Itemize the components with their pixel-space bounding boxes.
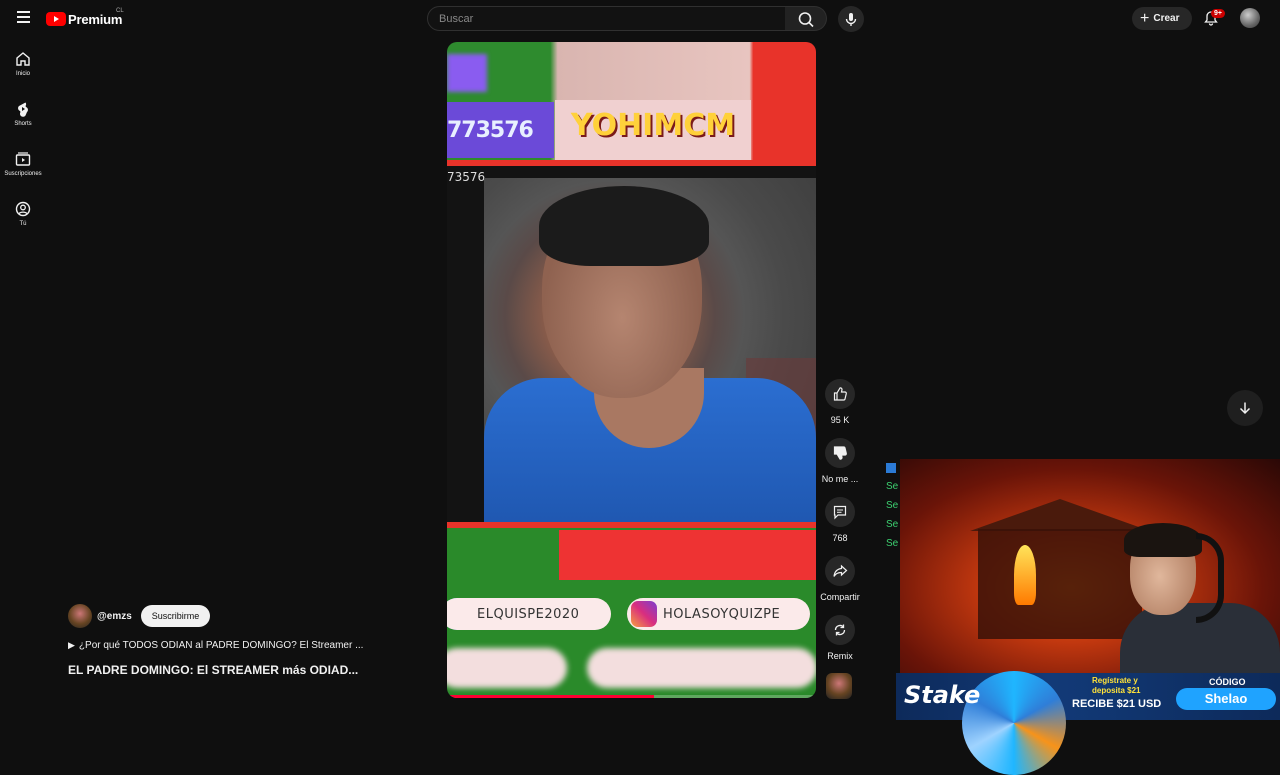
video-red-band bbox=[447, 522, 816, 528]
promo-line: Regístrate y bbox=[1092, 676, 1138, 685]
logo-text: Premium bbox=[68, 11, 123, 27]
sponsor-banner: Stake Regístrate y deposita $21 RECIBE $… bbox=[896, 671, 1280, 775]
video-progress-fill bbox=[447, 695, 654, 698]
video-top-banner: 773576 YOHIMCM bbox=[447, 42, 816, 166]
shorts-icon bbox=[18, 102, 28, 117]
video-webcam-frame bbox=[484, 178, 816, 522]
video-progress-bar[interactable] bbox=[447, 695, 816, 698]
comments-button[interactable]: 768 bbox=[818, 497, 862, 556]
video-red-box bbox=[559, 530, 816, 580]
thumbs-down-icon bbox=[833, 446, 847, 460]
share-button[interactable]: Compartir bbox=[818, 556, 862, 615]
instagram-icon bbox=[631, 601, 657, 627]
search-icon bbox=[798, 12, 814, 28]
top-bar: Premium CL + Crear 9+ bbox=[0, 0, 1280, 38]
stream-chat-overlay: Se Se Se Se bbox=[886, 463, 900, 563]
plus-icon: + bbox=[1140, 9, 1150, 27]
remix-button[interactable]: Remix bbox=[818, 615, 862, 674]
like-count: 95 K bbox=[830, 415, 850, 425]
short-actions: 95 K No me ... 768 Compartir Remix bbox=[818, 379, 862, 674]
voice-search-button[interactable] bbox=[838, 6, 864, 32]
youtube-logo[interactable]: Premium bbox=[46, 11, 122, 27]
related-video-title: ¿Por qué TODOS ODIAN al PADRE DOMINGO? E… bbox=[78, 640, 364, 651]
channel-avatar[interactable] bbox=[68, 604, 92, 628]
sidebar-item-label: Suscripciones bbox=[4, 171, 42, 177]
microphone-icon bbox=[845, 13, 857, 26]
create-label: Crear bbox=[1153, 13, 1180, 24]
related-video-link[interactable]: ▶ ¿Por qué TODOS ODIAN al PADRE DOMINGO?… bbox=[68, 640, 368, 651]
sidebar-item-label: Inicio bbox=[15, 71, 30, 77]
short-metadata: @emzs Suscribirme ▶ ¿Por qué TODOS ODIAN… bbox=[68, 604, 368, 677]
subscribe-button[interactable]: Suscribirme bbox=[140, 605, 211, 627]
sidebar-item-shorts[interactable]: Shorts bbox=[0, 94, 46, 144]
region-code: CL bbox=[116, 8, 124, 14]
comment-count: 768 bbox=[832, 533, 848, 543]
sidebar-item-label: Tú bbox=[19, 221, 27, 227]
sidebar-item-label: Shorts bbox=[14, 121, 32, 127]
streamer-hair bbox=[1124, 523, 1202, 557]
remix-icon bbox=[834, 624, 846, 636]
sidebar-item-inicio[interactable]: Inicio bbox=[0, 44, 46, 94]
audio-source-avatar[interactable] bbox=[826, 673, 852, 699]
subscriptions-icon bbox=[15, 152, 31, 166]
remix-label: Remix bbox=[827, 651, 853, 661]
menu-icon[interactable] bbox=[12, 9, 34, 29]
chat-line: Se bbox=[886, 538, 899, 549]
share-icon bbox=[833, 564, 848, 577]
thumbs-up-icon bbox=[833, 387, 847, 401]
arrow-down-icon bbox=[1239, 402, 1251, 415]
promo-code-label: CÓDIGO bbox=[1209, 677, 1246, 687]
webcam-background-temple bbox=[978, 529, 1142, 639]
video-person-hair bbox=[539, 186, 709, 266]
chat-line: Se bbox=[886, 481, 899, 492]
instagram-handle-text: HOLASOYQUIZPE bbox=[663, 606, 781, 622]
promo-line: deposita $21 bbox=[1092, 686, 1141, 695]
share-label: Compartir bbox=[820, 592, 860, 602]
next-short-button[interactable] bbox=[1227, 390, 1263, 426]
video-blurred-pill bbox=[447, 648, 567, 688]
short-title[interactable]: EL PADRE DOMINGO: El STREAMER más ODIAD.… bbox=[68, 663, 368, 677]
dislike-button[interactable]: No me ... bbox=[818, 438, 862, 497]
sidebar-item-suscripciones[interactable]: Suscripciones bbox=[0, 144, 46, 194]
video-bottom-banner: ELQUISPE2020 HOLASOYQUIZPE bbox=[447, 522, 816, 698]
video-overlay-number: 773576 bbox=[447, 118, 534, 143]
streamer-person bbox=[1120, 523, 1280, 673]
search-box bbox=[427, 6, 786, 31]
instagram-handle: HOLASOYQUIZPE bbox=[627, 598, 810, 630]
like-button[interactable]: 95 K bbox=[818, 379, 862, 438]
dislike-label: No me ... bbox=[821, 474, 859, 484]
video-overlay-brand: YOHIMCM bbox=[555, 100, 751, 160]
create-button[interactable]: + Crear bbox=[1132, 7, 1192, 30]
chat-line: Se bbox=[886, 519, 899, 530]
promo-code: Shelao bbox=[1176, 688, 1276, 710]
video-overlay-number-small: 73576 bbox=[447, 170, 486, 184]
search-input[interactable] bbox=[428, 7, 785, 30]
search-button[interactable] bbox=[785, 6, 827, 31]
sidebar-item-tu[interactable]: Tú bbox=[0, 194, 46, 244]
notification-badge: 9+ bbox=[1211, 9, 1225, 18]
promo-headline: RECIBE $21 USD bbox=[1072, 698, 1162, 710]
stake-logo: Stake bbox=[904, 681, 981, 709]
streamer-webcam bbox=[900, 459, 1280, 673]
channel-row: @emzs Suscribirme bbox=[68, 604, 368, 628]
video-red-line bbox=[447, 160, 816, 166]
you-icon bbox=[15, 201, 31, 217]
play-icon: ▶ bbox=[68, 640, 75, 650]
short-video-player[interactable]: 773576 YOHIMCM 73576 ELQUISPE2020 HOLASO… bbox=[447, 42, 816, 698]
youtube-play-icon bbox=[46, 12, 66, 26]
comment-icon bbox=[833, 505, 847, 520]
video-blurred-pill bbox=[587, 648, 816, 688]
facebook-handle: ELQUISPE2020 bbox=[447, 598, 611, 630]
video-purple-block bbox=[447, 54, 487, 92]
webcam-background-fire bbox=[1014, 545, 1036, 605]
headset-icon bbox=[1196, 533, 1224, 623]
home-icon bbox=[16, 52, 30, 66]
chat-line: Se bbox=[886, 500, 899, 511]
chat-icon bbox=[886, 463, 896, 473]
sidebar: Inicio Shorts Suscripciones Tú bbox=[0, 44, 46, 244]
account-avatar[interactable] bbox=[1240, 8, 1260, 28]
channel-name[interactable]: @emzs bbox=[97, 611, 132, 622]
